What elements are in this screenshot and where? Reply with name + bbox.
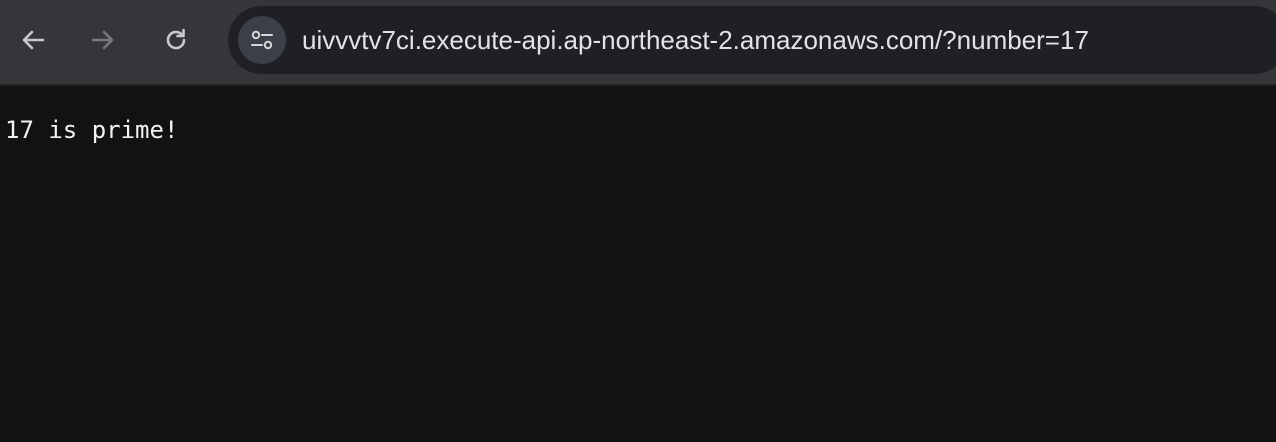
address-bar[interactable]: uivvvtv7ci.execute-api.ap-northeast-2.am… — [228, 6, 1276, 74]
browser-toolbar: uivvvtv7ci.execute-api.ap-northeast-2.am… — [0, 0, 1276, 86]
reload-button[interactable] — [156, 20, 196, 60]
reload-icon — [166, 28, 186, 50]
url-text[interactable]: uivvvtv7ci.execute-api.ap-northeast-2.am… — [302, 6, 1089, 74]
arrow-left-icon — [22, 30, 45, 50]
page-body-text: 17 is prime! — [5, 116, 179, 144]
back-button[interactable] — [13, 20, 53, 60]
tune-icon — [251, 30, 273, 50]
forward-button[interactable] — [83, 20, 123, 60]
site-info-button[interactable] — [238, 16, 286, 64]
page-content: 17 is prime! — [0, 88, 1276, 442]
arrow-right-icon — [91, 30, 114, 50]
